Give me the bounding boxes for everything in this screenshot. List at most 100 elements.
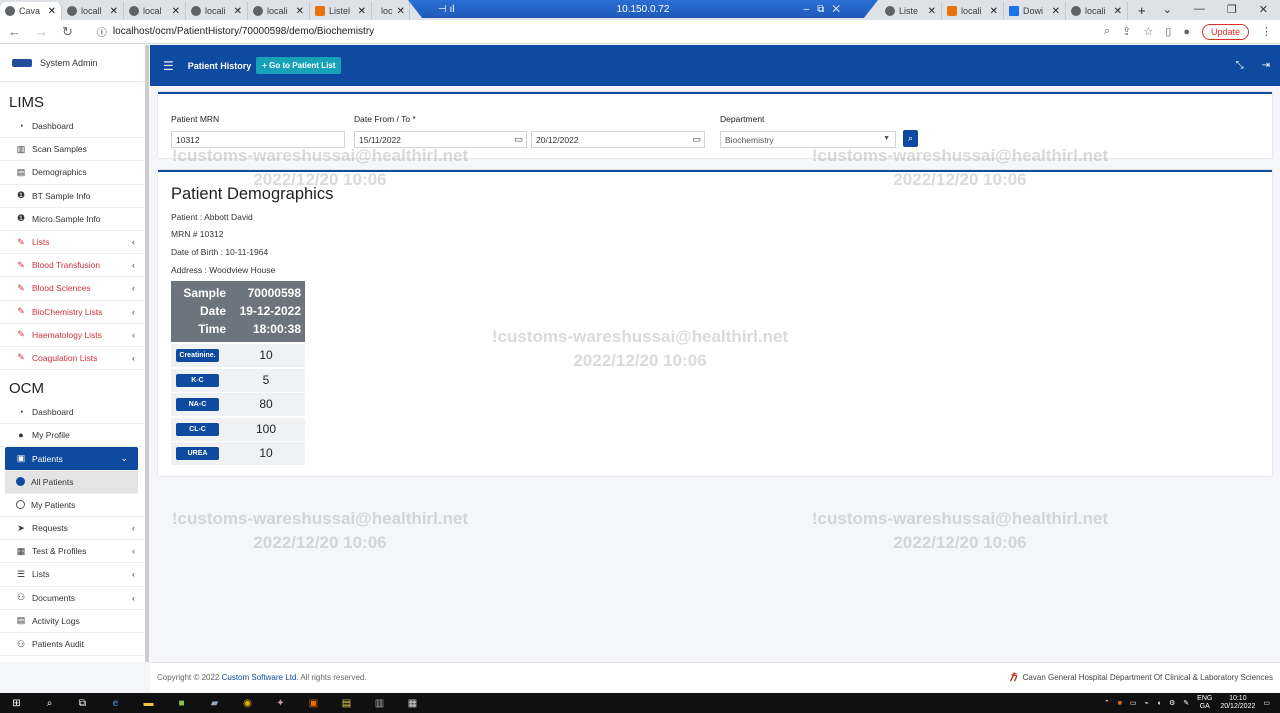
browser-tab[interactable]: Liste ✕ [880, 2, 942, 20]
tab-close-icon[interactable]: ✕ [234, 6, 242, 17]
sidebar-item[interactable]: ⚇ Documents ‹ [0, 587, 145, 610]
search-button[interactable]: ⌕ [903, 130, 918, 147]
date-to-input[interactable]: 20/12/2022 ▭ [531, 131, 705, 148]
app-icon[interactable]: ▰ [198, 698, 231, 709]
window-controls[interactable]: ⌄ — ❐ ✕ [1163, 0, 1280, 18]
app-icon[interactable]: ▣ [297, 698, 330, 709]
app-icon[interactable]: ■ [165, 698, 198, 709]
app-icon[interactable]: ▥ [363, 698, 396, 709]
tab-close-icon[interactable]: ✕ [1052, 6, 1060, 17]
browser-tab[interactable]: Cava ✕ [0, 2, 62, 20]
user-panel[interactable]: System Admin [0, 45, 145, 82]
file-explorer-icon[interactable]: ▬ [132, 698, 165, 709]
bookmark-star-icon[interactable]: ☆ [1143, 25, 1153, 38]
go-to-patient-list-button[interactable]: + Go to Patient List [256, 57, 342, 74]
tab-search-icon[interactable]: ⌄ [1163, 3, 1172, 16]
tab-close-icon[interactable]: ✕ [990, 6, 998, 17]
pin-icon[interactable]: ⊣ ıl [438, 4, 455, 15]
company-link[interactable]: Custom Software Ltd. [222, 673, 299, 682]
restore-icon[interactable]: ❐ [1227, 3, 1237, 16]
notifications-icon[interactable]: ▭ [1263, 699, 1270, 707]
back-icon[interactable]: ← [8, 24, 21, 40]
calendar-icon[interactable]: ▭ [514, 134, 523, 145]
browser-tab[interactable]: locali ✕ [186, 2, 248, 20]
minimize-icon[interactable]: — [1194, 3, 1205, 15]
windows-start-icon[interactable]: ⊞ [0, 698, 33, 709]
sidebar-item[interactable]: ▣ Patients ⌄ [5, 447, 138, 471]
sidebar-item[interactable]: ✎ BioChemistry Lists ‹ [0, 301, 145, 324]
tray-app-icon[interactable]: ⚙ [1169, 699, 1175, 707]
volume-icon[interactable]: ◖ [1157, 700, 1161, 707]
sidebar-item[interactable]: ✎ Haematology Lists ‹ [0, 324, 145, 347]
browser-tab[interactable]: locali ✕ [1066, 2, 1128, 20]
sidebar-item[interactable]: ⚇ Patients Audit [0, 633, 145, 657]
language-indicator[interactable]: ENG GA [1197, 695, 1212, 711]
tray-app-icon[interactable]: ▭ [1130, 699, 1137, 707]
search-icon[interactable]: ⌕ [33, 698, 66, 709]
clock[interactable]: 10:10 20/12/2022 [1220, 695, 1255, 711]
share-icon[interactable]: ⇪ [1122, 25, 1131, 38]
browser-tab[interactable]: loc ✕ [372, 2, 410, 20]
test-badge[interactable]: K-C [176, 373, 219, 387]
task-view-icon[interactable]: ⧉ [66, 698, 99, 709]
app-icon[interactable]: ▦ [396, 698, 429, 709]
info-icon[interactable]: ⓘ [97, 24, 107, 39]
update-button[interactable]: Update [1201, 23, 1249, 40]
sidepanel-icon[interactable]: ▯ [1165, 25, 1171, 38]
sidebar-item[interactable]: ▦ Test & Profiles ‹ [0, 540, 145, 564]
tab-close-icon[interactable]: ✕ [1114, 6, 1122, 17]
sidebar-item[interactable]: ☰ Lists ‹ [0, 563, 145, 587]
sidebar-item[interactable]: ✎ Coagulation Lists ‹ [0, 347, 145, 371]
zoom-icon[interactable]: ⌕ [1104, 25, 1110, 38]
browser-tab[interactable]: locali ✕ [248, 2, 310, 20]
test-badge[interactable]: CL-C [176, 422, 219, 436]
new-tab-icon[interactable]: + [1138, 3, 1146, 18]
sidebar-item[interactable]: ❶ Micro.Sample Info [0, 208, 145, 231]
tab-close-icon[interactable]: ✕ [358, 6, 366, 17]
tab-close-icon[interactable]: ✕ [296, 6, 304, 17]
sidebar-item[interactable]: My Patients [0, 494, 145, 517]
test-badge[interactable]: Creatinine. [176, 349, 219, 362]
test-badge[interactable]: UREA [176, 447, 219, 461]
reload-icon[interactable]: ↻ [62, 24, 73, 40]
browser-tab[interactable]: locall ✕ [62, 2, 124, 20]
close-window-icon[interactable]: ✕ [1259, 3, 1268, 16]
forward-icon[interactable]: → [35, 24, 48, 40]
logout-icon[interactable]: ⇥ [1262, 60, 1270, 71]
app-icon[interactable]: ✦ [264, 698, 297, 709]
sidebar-item[interactable]: ▥ Scan Samples [0, 138, 145, 162]
sidebar-item[interactable]: ▤ Demographics [0, 161, 145, 185]
tray-chevron-icon[interactable]: ⌃ [1104, 699, 1110, 707]
edge-icon[interactable]: e [99, 698, 132, 709]
browser-tab[interactable]: Dowi ✕ [1004, 2, 1066, 20]
browser-tab[interactable]: local ✕ [124, 2, 186, 20]
sidebar-item[interactable]: ❶ BT Sample Info [0, 185, 145, 208]
sidebar-item[interactable]: ✎ Blood Sciences ‹ [0, 277, 145, 301]
tab-close-icon[interactable]: ✕ [397, 6, 405, 17]
date-from-input[interactable]: 15/11/2022 ▭ [354, 131, 527, 148]
profile-icon[interactable]: ● [1183, 26, 1190, 38]
sidebar-item[interactable]: ● My Profile [0, 424, 145, 448]
network-icon[interactable]: ⌁ [1145, 699, 1149, 707]
fullscreen-icon[interactable]: ⤡ [1236, 60, 1244, 71]
test-badge[interactable]: NA-C [176, 398, 219, 412]
sidebar-item[interactable]: ◔ Dashboard [0, 115, 145, 139]
tab-close-icon[interactable]: ✕ [928, 6, 936, 17]
sidebar-item[interactable]: All Patients [5, 470, 138, 494]
department-select[interactable]: Biochemistry ▼ [720, 131, 896, 148]
sidebar-item[interactable]: ➤ Requests ‹ [0, 517, 145, 541]
tab-close-icon[interactable]: ✕ [172, 6, 180, 17]
hamburger-menu-icon[interactable]: ☰ [163, 59, 174, 73]
mrn-input[interactable]: 10312 [171, 131, 345, 148]
sidebar-item[interactable]: ▤ Activity Logs [0, 610, 145, 633]
sidebar-item[interactable]: ◔ Dashboard [0, 401, 145, 425]
url-text[interactable]: localhost/ocm/PatientHistory/70000598/de… [113, 26, 374, 37]
menu-kebab-icon[interactable]: ⋮ [1261, 25, 1272, 38]
tray-app-icon[interactable]: ✎ [1183, 699, 1189, 707]
browser-tab[interactable]: locali ✕ [942, 2, 1004, 20]
sidebar-item[interactable]: ✎ Blood Transfusion ‹ [0, 254, 145, 278]
tab-close-icon[interactable]: ✕ [48, 6, 56, 17]
browser-tab[interactable]: Listel ✕ [310, 2, 372, 20]
rdp-window-controls[interactable]: –⧉✕ [804, 4, 848, 15]
sidebar-item[interactable]: ✎ Lists ‹ [0, 231, 145, 255]
